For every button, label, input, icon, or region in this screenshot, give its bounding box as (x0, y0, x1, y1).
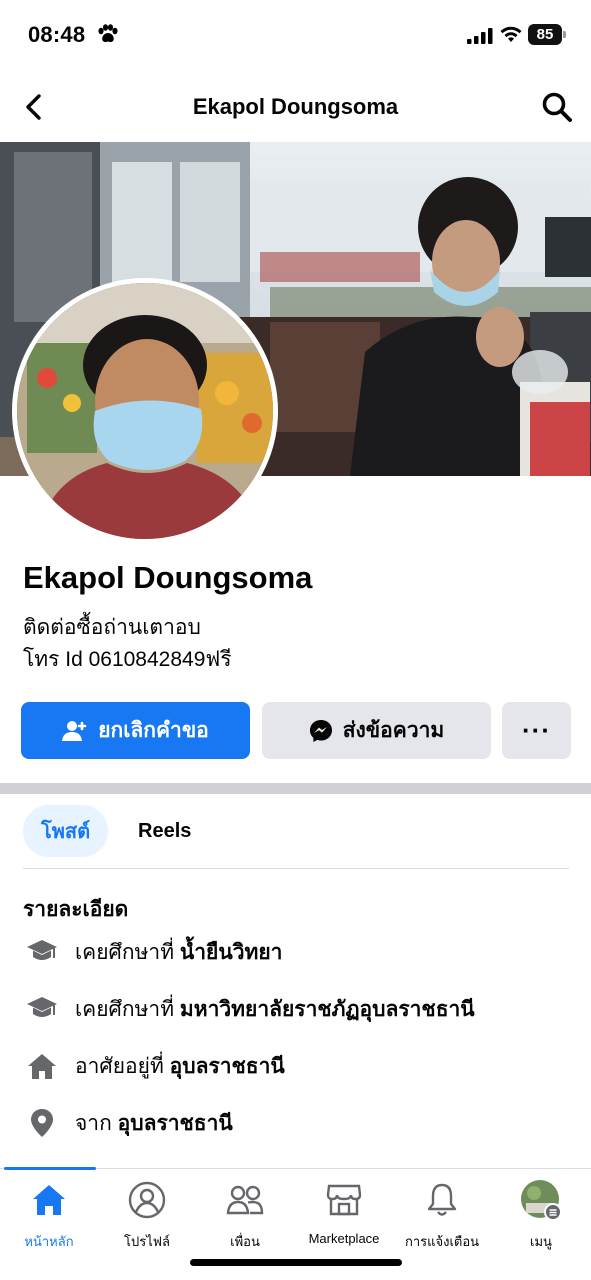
more-icon: ··· (522, 715, 551, 745)
nav-profile[interactable]: โปรไฟล์ (98, 1179, 196, 1259)
nav-notifications-label: การแจ้งเตือน (404, 1234, 480, 1249)
detail-item-education: เคยศึกษาที่ น้ำยืนวิทยา (23, 932, 282, 972)
detail-prefix: เคยศึกษาที่ (75, 997, 175, 1021)
nav-home[interactable]: หน้าหลัก (0, 1179, 98, 1259)
detail-item-hometown: จาก อุบลราชธานี (23, 1103, 233, 1143)
bell-icon (421, 1179, 463, 1221)
nav-marketplace[interactable]: Marketplace (295, 1179, 393, 1259)
status-bar: 08:48 85 (0, 0, 591, 72)
nav-friends[interactable]: เพื่อน (196, 1179, 294, 1259)
nav-marketplace-label: Marketplace (308, 1231, 380, 1246)
section-divider (0, 783, 591, 794)
details-heading: รายละเอียด (23, 898, 129, 921)
marketplace-icon (323, 1179, 365, 1221)
messenger-icon (309, 719, 332, 742)
more-options-button[interactable]: ··· (502, 702, 571, 759)
message-label: ส่งข้อความ (342, 719, 445, 742)
nav-notifications[interactable]: การแจ้งเตือน (393, 1179, 491, 1259)
profile-name: Ekapol Doungsoma (23, 560, 313, 595)
profile-bio: ติดต่อซื้อถ่านเตาอบ โทร Id 0610842849ฟรี (23, 612, 232, 676)
profile-picture[interactable] (12, 278, 278, 544)
active-tab-indicator (4, 1167, 96, 1170)
detail-value[interactable]: อุบลราชธานี (170, 1050, 285, 1083)
cancel-request-label: ยกเลิกคำขอ (98, 719, 209, 742)
tab-reels[interactable]: Reels (120, 805, 209, 857)
nav-profile-label: โปรไฟล์ (124, 1234, 170, 1249)
battery-indicator: 85 (528, 24, 566, 45)
nav-menu[interactable]: เมนู (492, 1179, 590, 1259)
nav-home-label: หน้าหลัก (24, 1234, 74, 1249)
person-check-icon (62, 720, 87, 741)
home-icon (28, 1179, 70, 1221)
home-indicator (190, 1259, 402, 1266)
message-button[interactable]: ส่งข้อความ (262, 702, 491, 759)
profile-icon (126, 1179, 168, 1221)
tab-posts[interactable]: โพสต์ (23, 805, 109, 857)
location-pin-icon (23, 1104, 61, 1142)
bio-line: ติดต่อซื้อถ่านเตาอบ (23, 616, 201, 639)
bio-line: โทร Id 0610842849ฟรี (23, 648, 232, 671)
page-title: Ekapol Doungsoma (192, 94, 399, 119)
menu-avatar-icon (520, 1179, 562, 1221)
detail-item-education: เคยศึกษาที่ มหาวิทยาลัยราชภัฏอุบลราชธานี (23, 989, 475, 1029)
detail-prefix: เคยศึกษาที่ (75, 940, 175, 964)
tabs-divider (23, 868, 569, 869)
detail-prefix: จาก (75, 1111, 112, 1135)
cancel-request-button[interactable]: ยกเลิกคำขอ (21, 702, 250, 759)
nav-menu-label: เมนู (530, 1234, 552, 1249)
detail-prefix: อาศัยอยู่ที่ (75, 1054, 164, 1078)
detail-value[interactable]: มหาวิทยาลัยราชภัฏอุบลราชธานี (180, 993, 475, 1026)
paw-icon (98, 24, 118, 43)
friends-icon (224, 1179, 266, 1221)
detail-item-residence: อาศัยอยู่ที่ อุบลราชธานี (23, 1046, 285, 1086)
nav-friends-label: เพื่อน (230, 1234, 260, 1249)
profile-header: Ekapol Doungsoma (0, 72, 591, 142)
battery-level: 85 (528, 24, 562, 45)
status-time: 08:48 (28, 22, 86, 47)
detail-value[interactable]: น้ำยืนวิทยา (180, 936, 283, 969)
graduation-cap-icon (23, 990, 61, 1028)
signal-icon (467, 28, 493, 44)
search-icon[interactable] (540, 90, 574, 124)
graduation-cap-icon (23, 933, 61, 971)
detail-value[interactable]: อุบลราชธานี (118, 1107, 233, 1140)
home-icon (23, 1047, 61, 1085)
wifi-icon (500, 26, 522, 42)
